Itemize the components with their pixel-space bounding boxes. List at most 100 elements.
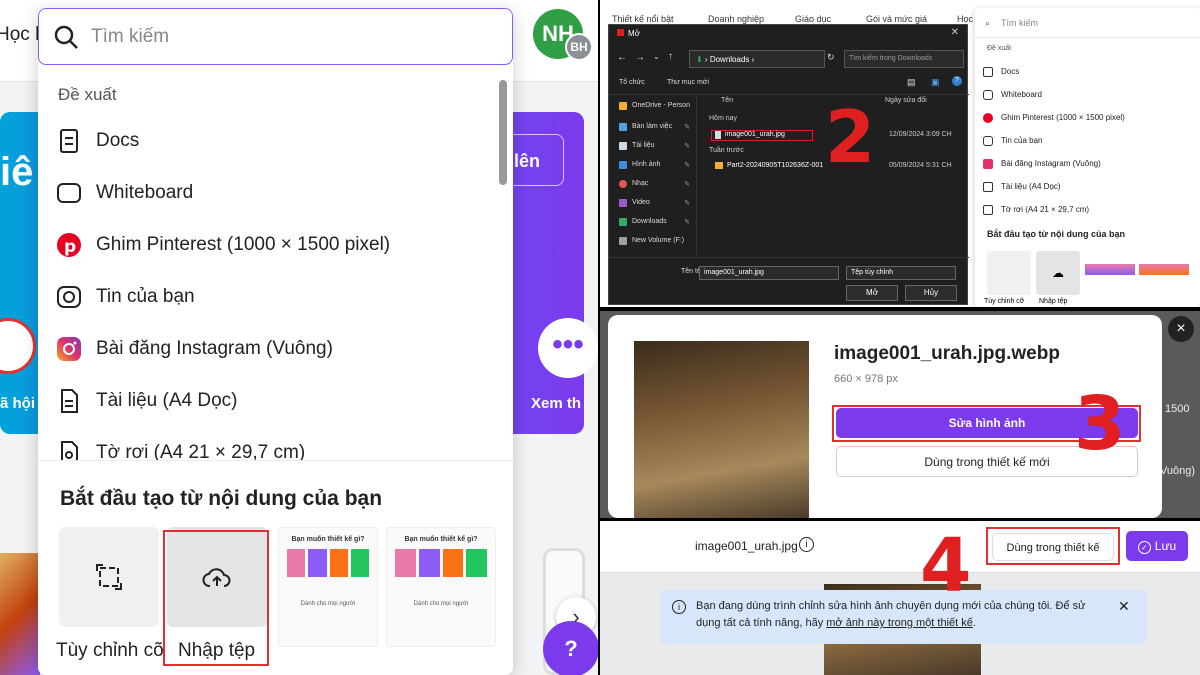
menu-item-story[interactable]: Tin của bạn [38, 271, 498, 323]
sidebar-item-volume[interactable]: New Volume (F:) [609, 231, 696, 250]
highlight-box [163, 530, 269, 666]
help-button[interactable]: ? [543, 621, 598, 675]
address-bar[interactable]: ⬇ › Downloads › [689, 50, 825, 68]
scrollbar[interactable] [499, 80, 507, 185]
folder-search-input[interactable]: Tìm kiếm trong Downloads [844, 50, 964, 68]
menu-item-pinterest[interactable]: p Ghim Pinterest (1000 × 1500 pixel) [38, 219, 498, 271]
save-label: Lưu [1154, 539, 1177, 553]
document-icon [61, 389, 78, 413]
sidebar-item-documents[interactable]: Tài liệu ✎ [609, 136, 696, 155]
pinterest-icon [983, 112, 993, 123]
sidebar-label: Nhạc [632, 180, 649, 187]
template-thumbnail[interactable]: Bạn muốn thiết kế gì? Dành cho mọi người [278, 527, 378, 647]
file-date: 05/09/2024 5:31 CH [889, 162, 952, 169]
menu-item-whiteboard[interactable]: Whiteboard [983, 83, 1042, 106]
help-icon[interactable]: ? [952, 76, 962, 86]
nav-item[interactable]: Doanh nghiệp [708, 14, 764, 24]
back-icon[interactable]: ← [617, 52, 627, 63]
template-heading: Bạn muốn thiết kế gì? [291, 536, 365, 543]
template-thumbnail[interactable] [1085, 251, 1135, 295]
dialog-title: Mở [617, 29, 640, 38]
info-icon[interactable]: i [799, 537, 814, 552]
search-input[interactable]: Tìm kiếm [975, 8, 1200, 38]
custom-size-tile[interactable] [987, 251, 1031, 295]
close-button[interactable]: × [1168, 316, 1194, 342]
document-icon [983, 181, 993, 192]
menu-item-docs[interactable]: Docs [983, 60, 1019, 83]
download-icon [619, 217, 627, 226]
menu-item-pinterest[interactable]: Ghim Pinterest (1000 × 1500 pixel) [983, 106, 1125, 129]
file-icon [715, 131, 721, 139]
app-icon [617, 29, 624, 36]
template-heading: Bạn muốn thiết kế gì? [404, 536, 478, 543]
template-thumbnail[interactable]: Bạn muốn thiết kế gì? Dành cho mọi người [386, 527, 496, 647]
menu-item-label: Whiteboard [1001, 90, 1042, 99]
section-title: Bắt đầu tạo từ nội dung của bạn [987, 229, 1126, 239]
address-text: Downloads [709, 55, 750, 64]
menu-item-label: Bài đăng Instagram (Vuông) [1001, 159, 1101, 168]
filename-input[interactable]: image001_urah.jpg [699, 266, 839, 280]
pane-icon[interactable]: ▣ [931, 77, 940, 88]
file-list: Tên Ngày sửa đổi Hôm nay image001_urah.j… [705, 95, 969, 255]
nav-item[interactable]: Thiết kế nổi bật [612, 14, 674, 24]
menu-item-flyer[interactable]: Tờ rơi (A4 21 × 29,7 cm) [983, 198, 1089, 221]
sidebar-item-music[interactable]: Nhạc ✎ [609, 174, 696, 193]
close-icon[interactable]: ✕ [1118, 598, 1130, 615]
template-thumbnail[interactable] [1139, 251, 1189, 295]
column-date[interactable]: Ngày sửa đổi [885, 97, 927, 104]
nav-item[interactable]: Học [957, 14, 973, 24]
forward-icon[interactable]: → [635, 52, 645, 63]
poster-image[interactable] [634, 341, 809, 518]
menu-item-instagram[interactable]: Bài đăng Instagram (Vuông) [983, 152, 1101, 175]
sidebar-item-pictures[interactable]: Hình ảnh ✎ [609, 155, 696, 174]
menu-item-label: Tin của bạn [1001, 136, 1043, 145]
menu-item-label: Ghim Pinterest (1000 × 1500 pixel) [96, 234, 391, 255]
menu-item-document[interactable]: Tài liệu (A4 Dọc) [38, 375, 498, 427]
menu-item-instagram[interactable]: Bài đăng Instagram (Vuông) [38, 323, 498, 375]
avatar-badge: BH [565, 33, 593, 61]
column-name[interactable]: Tên [721, 97, 733, 104]
nav-item[interactable]: Gói và mức giá [866, 14, 927, 24]
background-text: 1500 [1165, 403, 1190, 415]
dialog-title-text: Mở [628, 29, 640, 38]
pinterest-icon: p [57, 233, 81, 257]
music-icon [619, 179, 627, 188]
menu-item-whiteboard[interactable]: Whiteboard [38, 167, 498, 219]
more-icon[interactable]: ••• [538, 318, 598, 378]
menu-item-docs[interactable]: Docs [38, 115, 498, 167]
info-icon: i [672, 600, 686, 614]
sidebar-label: Tài liệu [632, 142, 655, 149]
upload-tile[interactable]: ☁ [1036, 251, 1080, 295]
menu-item-story[interactable]: Tin của bạn [983, 129, 1043, 152]
instagram-icon [983, 158, 993, 169]
banner-button[interactable]: lên [505, 134, 564, 186]
highlight-box [986, 527, 1120, 565]
refresh-icon[interactable]: ↻ [827, 52, 835, 63]
menu-item-document[interactable]: Tài liệu (A4 Dọc) [983, 175, 1061, 198]
sidebar-item-desktop[interactable]: Bàn làm việc ✎ [609, 117, 696, 136]
file-type-select[interactable]: Tệp tùy chỉnh [846, 266, 956, 280]
save-button[interactable]: ✓ Lưu [1126, 531, 1188, 561]
open-in-design-link[interactable]: mở ảnh này trong một thiết kế [826, 617, 973, 629]
close-icon[interactable]: ✕ [951, 27, 959, 38]
open-button[interactable]: Mở [846, 285, 898, 301]
suggest-heading: Đề xuất [987, 45, 1012, 52]
view-icon[interactable]: ▤ [907, 77, 916, 88]
organize-button[interactable]: Tổ chức [619, 79, 645, 86]
search-icon: ⌕ [985, 18, 991, 28]
nav-item[interactable]: Giáo dục [795, 14, 831, 24]
chevron-down-icon[interactable]: ⌄ [653, 52, 660, 61]
sidebar-label: Bàn làm việc [632, 123, 673, 130]
section-title: Bắt đầu tạo từ nội dung của bạn [60, 487, 383, 510]
cancel-button[interactable]: Hủy [905, 285, 957, 301]
new-folder-button[interactable]: Thư mục mới [667, 79, 709, 86]
banner-right-label[interactable]: Xem th [531, 395, 581, 412]
thumbnail-image[interactable] [0, 553, 40, 675]
up-icon[interactable]: ↑ [668, 51, 673, 62]
sidebar-item-downloads[interactable]: Downloads ✎ [609, 212, 696, 231]
sidebar-item-video[interactable]: Video ✎ [609, 193, 696, 212]
custom-size-tile[interactable] [59, 527, 159, 627]
document-icon [619, 141, 627, 150]
search-input[interactable]: Tìm kiếm [38, 8, 513, 65]
sidebar-item-onedrive[interactable]: OneDrive - Person [609, 96, 696, 115]
